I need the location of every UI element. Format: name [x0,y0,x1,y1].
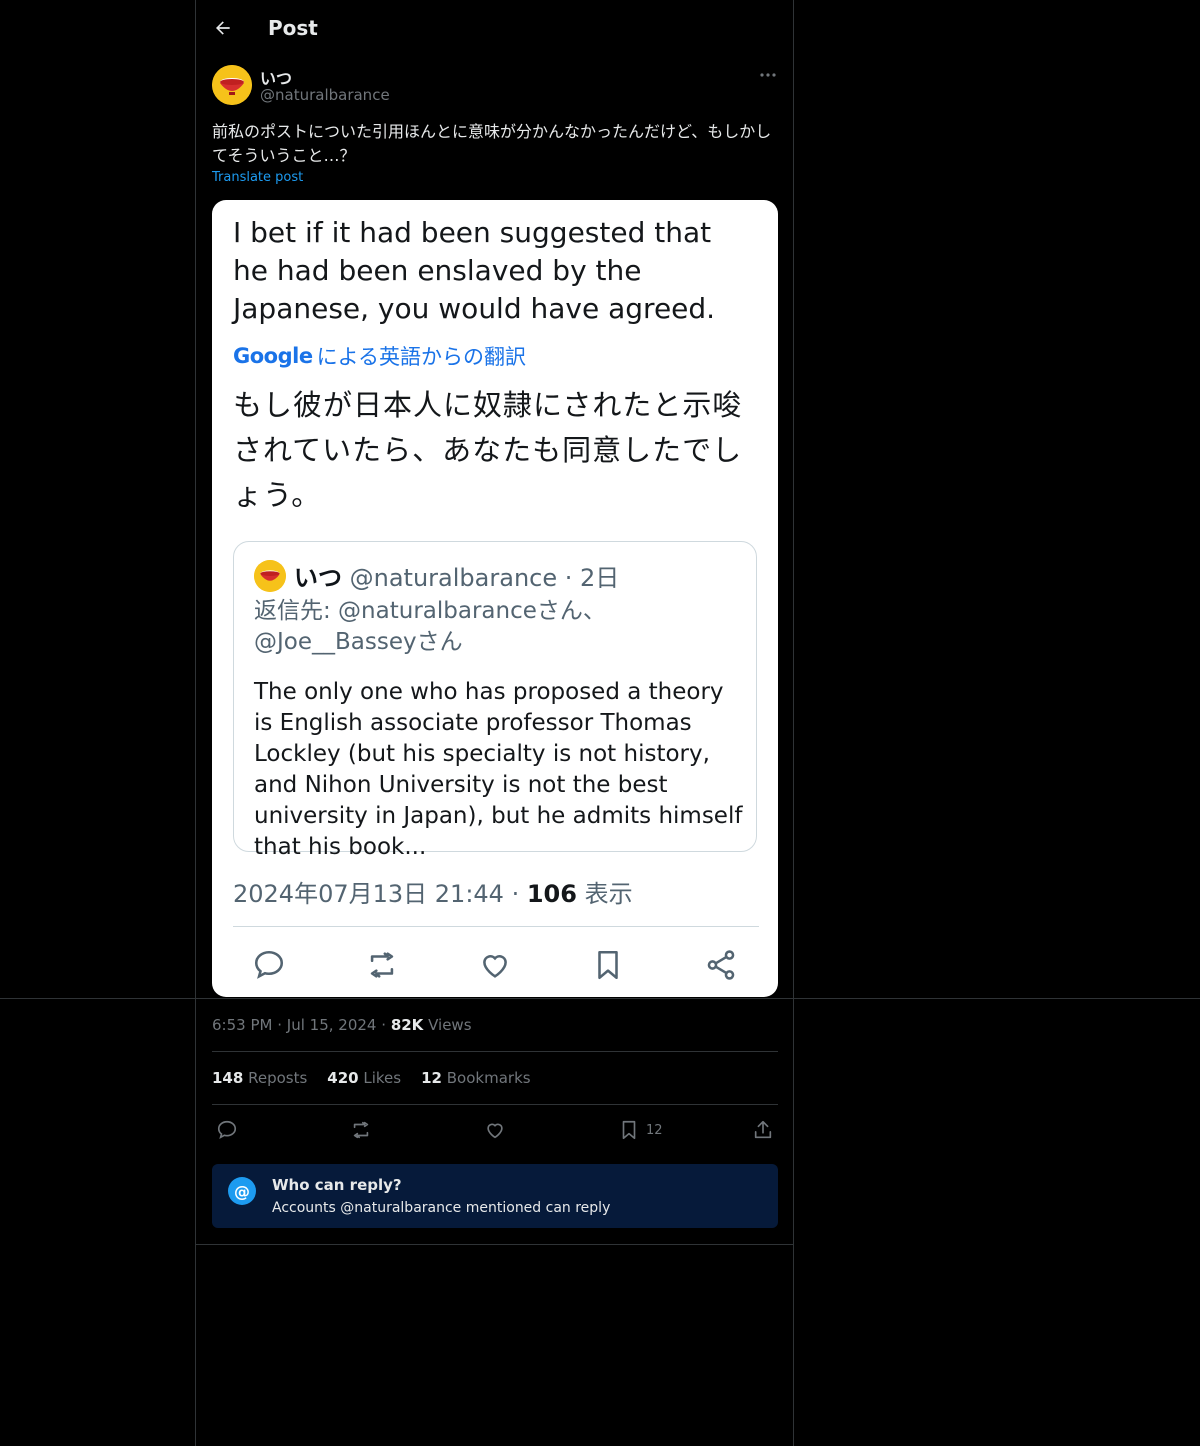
bookmark-count: 12 [646,1122,663,1138]
divider [195,1244,794,1245]
divider [0,998,1200,999]
quoted-header: いつ @naturalbarance · 2日 [294,558,619,593]
arrow-left-icon [216,21,230,35]
image-meta-time: 2024年07月13日 21:44 · [233,880,527,908]
translate-post-link[interactable]: Translate post [212,170,303,185]
image-actions [233,945,759,985]
google-logo: Google [233,344,313,368]
post-actions: 12 [212,1117,778,1143]
post-image[interactable]: I bet if it had been suggested that he h… [212,200,778,997]
quoted-handle-date: @naturalbarance · 2日 [349,564,620,592]
post-timestamp: 6:53 PM · Jul 15, 2024 · 82K Views [212,1016,472,1034]
image-meta: 2024年07月13日 21:44 · 106 表示 [233,874,633,909]
reposts-stat[interactable]: 148 Reposts [212,1069,307,1087]
image-english-text: I bet if it had been suggested that he h… [233,216,716,325]
post-stats: 148 Reposts 420 Likes 12 Bookmarks [212,1069,551,1087]
quoted-body: The only one who has proposed a theory i… [254,679,743,860]
rice-bowl-icon [212,65,252,105]
post-date[interactable]: Jul 15, 2024 [287,1016,377,1034]
reply-restriction-title: Who can reply? [272,1176,402,1194]
image-divider [233,926,759,927]
quoted-name: いつ [294,564,342,592]
reply-restriction-notice: @ Who can reply? Accounts @naturalbaranc… [212,1164,778,1228]
image-share-icon [701,945,741,985]
share-icon [754,1120,772,1139]
bookmark-button[interactable]: 12 [618,1117,663,1143]
heart-icon [487,1123,503,1139]
google-translation-label: Google による英語からの翻訳 [233,341,526,371]
share-button[interactable] [752,1117,774,1143]
image-japanese-text: もし彼が日本人に奴隷にされたと示唆されていたら、あなたも同意したでしょう。 [233,388,743,512]
author-handle[interactable]: @naturalbarance [260,86,390,104]
likes-stat[interactable]: 420 Likes [327,1069,401,1087]
image-like-icon [475,945,515,985]
views-count: 82K [390,1016,424,1034]
bookmark-icon [622,1120,636,1140]
quoted-reply-to: 返信先: @naturalbaranceさん、@Joe__Basseyさん [254,598,606,655]
repost-icon [353,1121,369,1139]
reply-restriction-subtitle: Accounts @naturalbarance mentioned can r… [272,1200,611,1216]
divider [212,1051,778,1052]
translation-label: による英語からの翻訳 [316,345,526,369]
avatar[interactable] [212,65,252,105]
quoted-post: いつ @naturalbarance · 2日 返信先: @naturalbar… [233,541,757,860]
image-bookmark-icon [588,945,628,985]
views-label: Views [428,1016,472,1034]
post-time[interactable]: 6:53 PM [212,1016,272,1034]
post-text: 前私のポストについた引用ほんとに意味が分かんなかったんだけど、もしかしてそういう… [212,122,772,165]
image-repost-icon [362,945,402,985]
back-button[interactable] [212,17,234,39]
page-title: Post [268,16,318,40]
rice-bowl-icon [254,560,286,592]
image-meta-views: 106 [526,880,577,908]
bookmarks-stat[interactable]: 12 Bookmarks [421,1069,530,1087]
like-button[interactable] [484,1117,506,1143]
reply-button[interactable] [216,1117,238,1143]
divider [212,1104,778,1105]
quoted-avatar [254,560,286,592]
repost-button[interactable] [350,1117,372,1143]
image-meta-views-label: 表示 [576,880,633,908]
page-header: Post [212,10,318,46]
more-icon [760,73,776,77]
more-options-button[interactable] [756,66,780,84]
at-icon: @ [228,1177,256,1205]
reply-icon [217,1120,237,1139]
image-reply-icon [249,945,289,985]
